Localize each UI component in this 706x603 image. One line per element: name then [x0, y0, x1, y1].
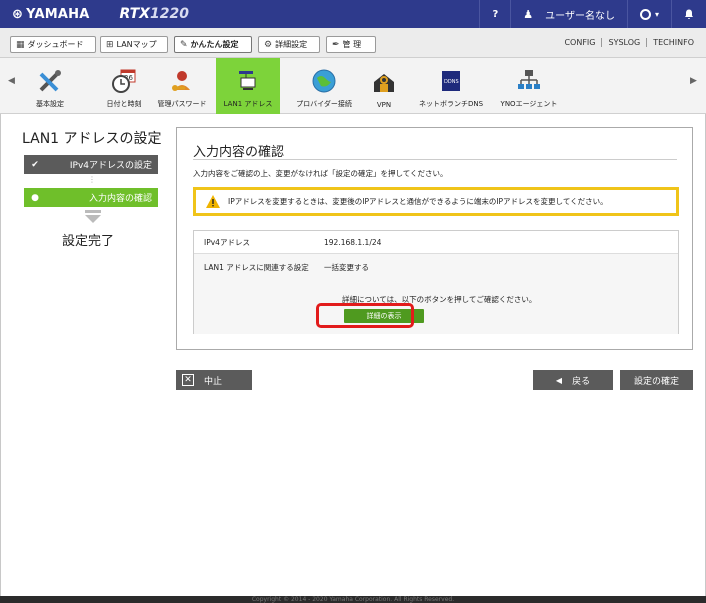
toolbar-label: YNOエージェント	[500, 100, 558, 108]
tab-management[interactable]: ✒ 管 理	[326, 36, 376, 53]
confirm-panel: 入力内容の確認 入力内容をご確認の上、変更がなければ「設定の確定」を押してくださ…	[176, 127, 693, 350]
row-key: LAN1 アドレスに関連する設定	[204, 263, 309, 272]
toolbar-item-netvolante-dns[interactable]: DDNS ネットボランチDNS	[414, 58, 488, 114]
notification-button[interactable]	[671, 0, 706, 28]
wizard-step-ipv4: ✔ IPv4アドレスの設定	[24, 155, 158, 174]
step-label: IPv4アドレスの設定	[69, 161, 152, 171]
row-value: 一括変更する	[324, 263, 369, 272]
tab-label: 詳細設定	[275, 40, 308, 49]
calendar-clock-icon: 26	[110, 67, 138, 95]
row-value: 192.168.1.1/24	[324, 237, 382, 247]
toolbar-item-provider[interactable]: プロバイダー接続	[288, 58, 360, 114]
syslog-link[interactable]: SYSLOG	[601, 38, 646, 47]
toolbar-item-lan1-address[interactable]: LAN1 アドレス	[216, 58, 280, 114]
user-menu[interactable]: ♟ ユーザー名なし	[510, 0, 627, 28]
back-button[interactable]: ◀ 戻る	[533, 370, 613, 390]
techinfo-link[interactable]: TECHINFO	[646, 38, 700, 47]
wrench-icon: ✒	[332, 39, 340, 50]
setup-toolbar: ◀ ▶ 基本設定 26 日付と時刻 管理パスワード LAN1 アドレス プロバイ…	[0, 58, 706, 114]
header-links: CONFIG SYSLOG TECHINFO	[558, 38, 700, 47]
confirm-settings-button[interactable]: 設定の確定	[620, 370, 693, 390]
panel-description: 入力内容をご確認の上、変更がなければ「設定の確定」を押してください。	[193, 169, 448, 178]
help-button[interactable]: ?	[479, 0, 510, 28]
tab-row: ▦ ダッシュボード ⊞ LANマップ ✎ かんたん設定 ⚙ 詳細設定 ✒ 管 理 CONF…	[0, 28, 706, 58]
bell-icon	[685, 9, 693, 19]
warning-box: IPアドレスを変更するときは、変更後のIPアドレスと通信ができるように端末のIP…	[193, 187, 679, 216]
config-link[interactable]: CONFIG	[558, 38, 601, 47]
model-number: 1220	[149, 6, 189, 22]
toolbar-label: LAN1 アドレス	[223, 100, 273, 108]
toolbar-item-basic[interactable]: 基本設定	[28, 58, 72, 114]
toolbar-item-vpn[interactable]: VPN	[366, 58, 402, 114]
warning-icon	[206, 195, 220, 208]
tab-advanced-settings[interactable]: ⚙ 詳細設定	[258, 36, 320, 53]
user-icon: ♟	[523, 7, 534, 21]
toolbar-label: プロバイダー接続	[296, 100, 352, 108]
network-pc-icon	[234, 67, 262, 95]
wizard-title: LAN1 アドレスの設定	[22, 131, 162, 147]
footer-copyright: Copyright © 2014 - 2020 Yamaha Corporati…	[0, 596, 706, 603]
top-right-controls: ? ♟ ユーザー名なし ▾	[479, 0, 706, 28]
globe-icon	[310, 67, 338, 95]
step-connector: ⋮	[88, 175, 96, 184]
tab-easy-setup[interactable]: ✎ かんたん設定	[174, 36, 252, 53]
toolbar-label: 日付と時刻	[106, 100, 142, 108]
tools-icon	[36, 67, 64, 95]
yamaha-emblem-icon: ⊛	[12, 6, 24, 22]
vpn-icon	[370, 69, 398, 97]
toolbar-item-datetime[interactable]: 26 日付と時刻	[96, 58, 152, 114]
model-name: RTX1220	[119, 6, 188, 22]
status-menu[interactable]: ▾	[626, 0, 671, 28]
user-key-icon	[168, 67, 196, 95]
user-name: ユーザー名なし	[545, 10, 615, 22]
toolbar-item-yno-agent[interactable]: YNOエージェント	[494, 58, 564, 114]
table-row: IPv4アドレス 192.168.1.1/24	[194, 231, 678, 254]
step-label: 入力内容の確認	[88, 194, 152, 204]
yno-icon	[515, 67, 543, 95]
chevron-down-icon: ▾	[654, 9, 659, 19]
toolbar-label: ネットボランチDNS	[418, 100, 484, 108]
settings-table: IPv4アドレス 192.168.1.1/24 LAN1 アドレスに関連する設定…	[193, 230, 679, 334]
logo-text: YAMAHA	[26, 6, 90, 22]
dashboard-icon: ▦	[16, 39, 25, 50]
lan-map-icon: ⊞	[106, 39, 114, 50]
wizard-step-complete: 設定完了	[62, 234, 115, 249]
button-label: 戻る	[572, 376, 591, 387]
scroll-right-arrow-icon[interactable]: ▶	[690, 76, 697, 86]
toolbar-label: 基本設定	[36, 100, 64, 108]
tab-label: 管 理	[342, 40, 362, 49]
scroll-left-arrow-icon[interactable]: ◀	[8, 76, 15, 86]
help-icon: ?	[492, 8, 499, 20]
caret-left-icon: ◀	[555, 375, 563, 385]
toolbar-label: 管理パスワード	[157, 100, 207, 108]
panel-title: 入力内容の確認	[193, 145, 285, 160]
cancel-button[interactable]: ✕ 中止	[176, 370, 252, 390]
close-icon: ✕	[182, 374, 194, 386]
title-divider	[193, 159, 677, 160]
button-label: 中止	[204, 376, 223, 387]
down-arrow-icon	[83, 210, 103, 228]
row-key: IPv4アドレス	[204, 237, 250, 247]
gear-icon: ⚙	[264, 39, 273, 50]
ddns-icon: DDNS	[437, 67, 465, 95]
tab-dashboard[interactable]: ▦ ダッシュボード	[10, 36, 96, 53]
tab-label: LANマップ	[116, 40, 157, 49]
toolbar-item-admin-password[interactable]: 管理パスワード	[152, 58, 212, 114]
yamaha-logo: ⊛ YAMAHA	[12, 7, 89, 22]
top-bar: ⊛ YAMAHA RTX1220 ? ♟ ユーザー名なし ▾	[0, 0, 706, 28]
current-step-dot-icon: ●	[31, 192, 39, 203]
status-circle-icon	[639, 8, 651, 20]
toolbar-label: VPN	[376, 101, 392, 109]
tab-label: かんたん設定	[190, 40, 239, 49]
wizard-step-confirm: ● 入力内容の確認	[24, 188, 158, 207]
check-icon: ✔	[31, 159, 39, 170]
tab-lan-map[interactable]: ⊞ LANマップ	[100, 36, 168, 53]
easy-setup-icon: ✎	[180, 39, 188, 50]
model-prefix: RTX	[119, 6, 150, 22]
svg-text:DDNS: DDNS	[444, 79, 459, 85]
warning-text: IPアドレスを変更するときは、変更後のIPアドレスと通信ができるように端末のIP…	[228, 197, 608, 206]
highlight-ring	[316, 303, 414, 328]
tab-label: ダッシュボード	[27, 40, 84, 49]
